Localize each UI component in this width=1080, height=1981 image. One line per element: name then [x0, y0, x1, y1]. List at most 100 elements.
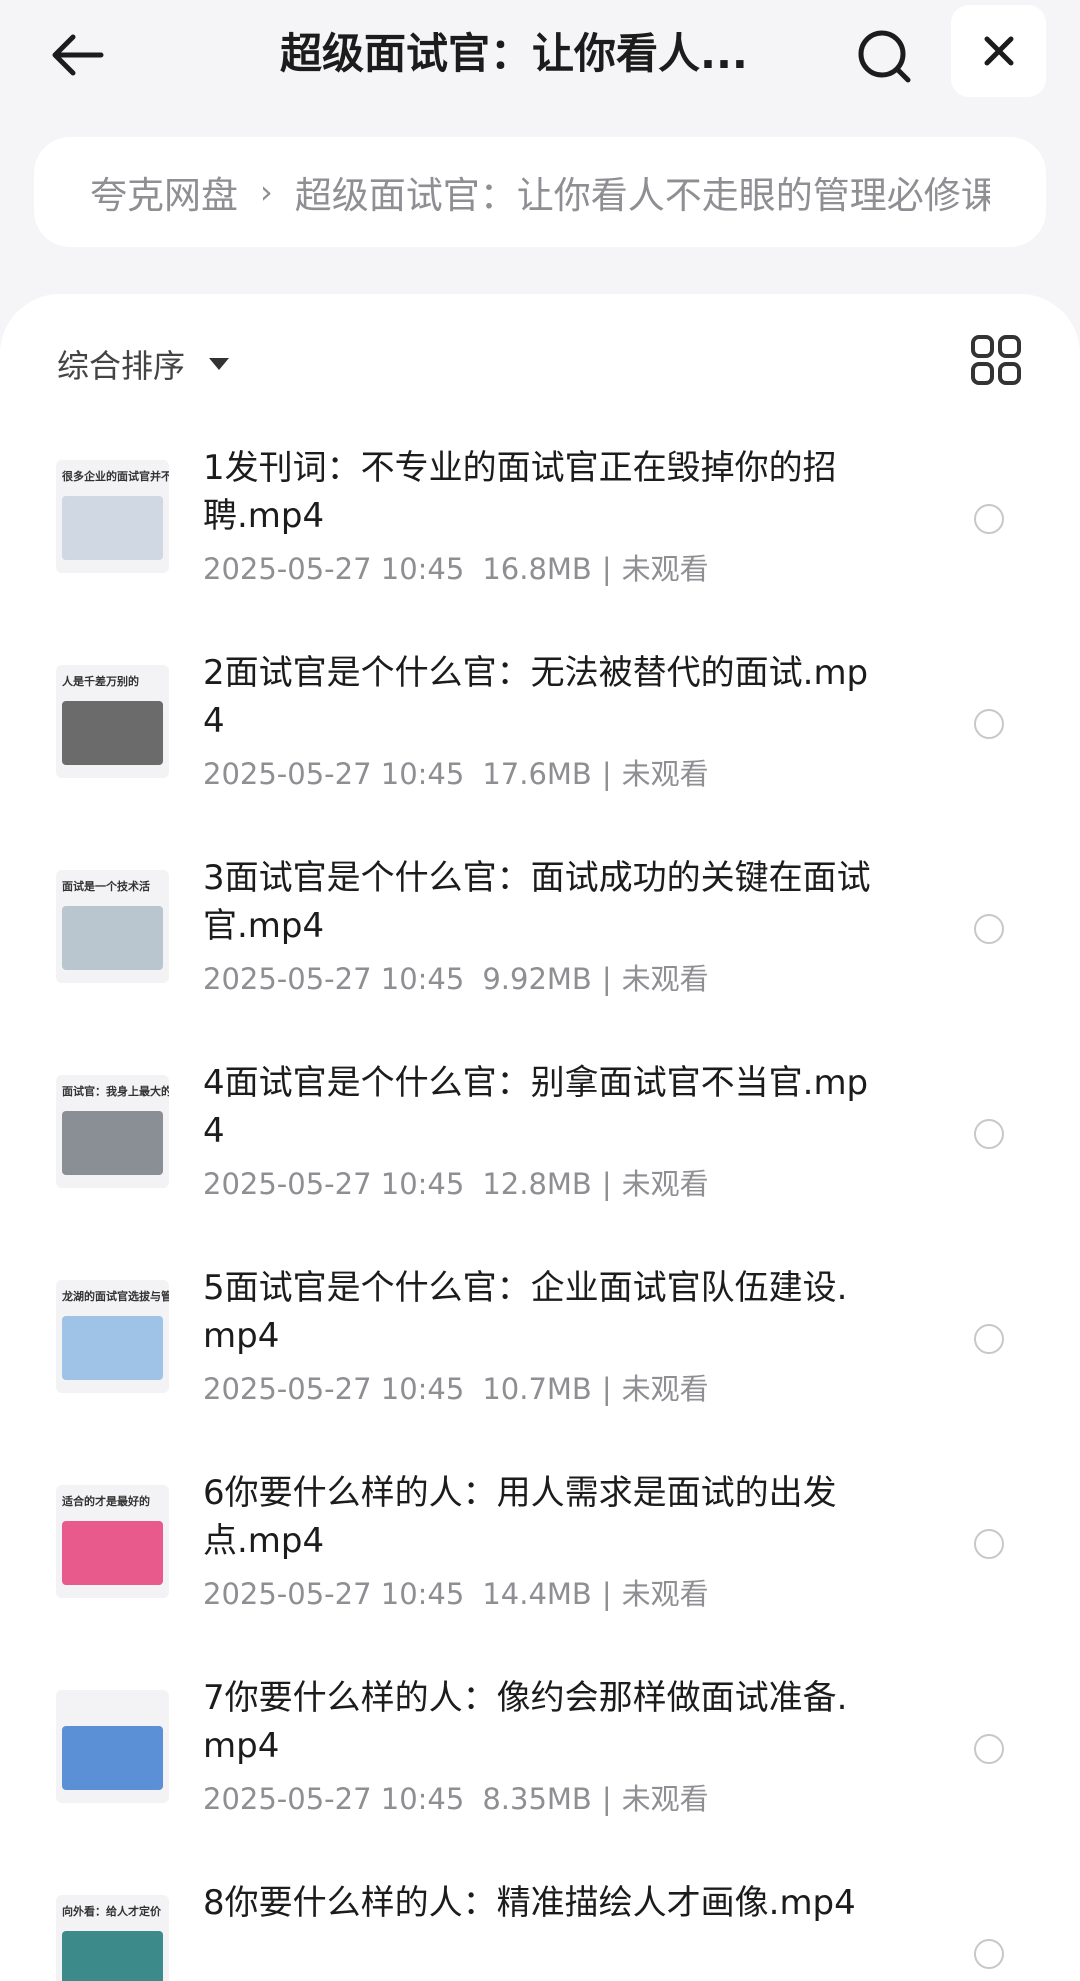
- top-bar: 超级面试官：让你看人...: [0, 0, 1080, 110]
- watch-status: 未观看: [621, 552, 709, 586]
- sort-dropdown[interactable]: 综合排序: [57, 334, 230, 394]
- video-thumbnail: 龙湖的面试官选拔与管理: [56, 1280, 169, 1393]
- thumbnail-image: [62, 1316, 163, 1380]
- page-title: 超级面试官：让你看人...: [280, 29, 748, 78]
- file-size: 8.35MB: [482, 1782, 592, 1816]
- meta-divider: |: [601, 962, 612, 996]
- file-date: 2025-05-27 10:45: [203, 757, 465, 791]
- watch-status: 未观看: [621, 1782, 709, 1816]
- watch-status: 未观看: [621, 1577, 709, 1611]
- meta-divider: |: [601, 1577, 612, 1611]
- file-meta: 2025-05-27 10:45 16.8MB | 未观看: [203, 546, 709, 588]
- thumbnail-caption: 适合的才是最好的: [62, 1495, 150, 1508]
- file-name: 7你要什么样的人：像约会那样做面试准备.mp4: [203, 1678, 848, 1766]
- file-panel: 综合排序 很多企业的面试官并不专业 1发刊词：不专业的面试官正在毁掉你的招聘.m…: [0, 294, 1080, 1981]
- arrow-left-icon: [52, 34, 104, 76]
- file-size: 9.92MB: [482, 962, 592, 996]
- select-radio[interactable]: [974, 504, 1004, 534]
- file-name: 5面试官是个什么官：企业面试官队伍建设.mp4: [203, 1268, 848, 1356]
- select-radio[interactable]: [974, 1324, 1004, 1354]
- grid-view-icon: [971, 335, 1021, 385]
- meta-divider: |: [601, 552, 612, 586]
- file-meta: 2025-05-27 10:45 10.7MB | 未观看: [203, 1366, 709, 1408]
- file-row[interactable]: 向外看：给人才定价 8你要什么样的人：精准描绘人才画像.mp4: [0, 1859, 1080, 1981]
- thumbnail-image: [62, 1111, 163, 1175]
- file-date: 2025-05-27 10:45: [203, 1167, 465, 1201]
- watch-status: 未观看: [621, 1372, 709, 1406]
- file-name: 1发刊词：不专业的面试官正在毁掉你的招聘.mp4: [203, 448, 837, 536]
- file-row[interactable]: 人是千差万别的 2面试官是个什么官：无法被替代的面试.mp4 2025-05-2…: [0, 629, 1080, 834]
- close-button[interactable]: [951, 5, 1046, 97]
- file-meta: 2025-05-27 10:45 17.6MB | 未观看: [203, 751, 709, 793]
- select-radio[interactable]: [974, 709, 1004, 739]
- meta-divider: |: [601, 1782, 612, 1816]
- file-row[interactable]: 龙湖的面试官选拔与管理 5面试官是个什么官：企业面试官队伍建设.mp4 2025…: [0, 1244, 1080, 1449]
- search-icon: [858, 30, 911, 83]
- file-meta: 2025-05-27 10:45 14.4MB | 未观看: [203, 1571, 709, 1613]
- caret-down-icon: [209, 358, 230, 370]
- thumbnail-caption: 很多企业的面试官并不专业: [62, 470, 169, 483]
- file-size: 17.6MB: [482, 757, 592, 791]
- file-size: 12.8MB: [482, 1167, 592, 1201]
- watch-status: 未观看: [621, 757, 709, 791]
- search-button[interactable]: [848, 20, 920, 92]
- file-name: 8你要什么样的人：精准描绘人才画像.mp4: [203, 1883, 856, 1923]
- file-meta: 2025-05-27 10:45 9.92MB | 未观看: [203, 956, 709, 998]
- file-size: 14.4MB: [482, 1577, 592, 1611]
- sort-label: 综合排序: [57, 347, 186, 385]
- thumbnail-image: [62, 1726, 163, 1790]
- file-row[interactable]: 面试官：我身上最大的是什么? 4面试官是个什么官：别拿面试官不当官.mp4 20…: [0, 1039, 1080, 1244]
- video-thumbnail: 很多企业的面试官并不专业: [56, 460, 169, 573]
- select-radio[interactable]: [974, 1734, 1004, 1764]
- file-list: 很多企业的面试官并不专业 1发刊词：不专业的面试官正在毁掉你的招聘.mp4 20…: [0, 424, 1080, 1981]
- file-meta: 2025-05-27 10:45 12.8MB | 未观看: [203, 1161, 709, 1203]
- file-row[interactable]: 适合的才是最好的 6你要什么样的人：用人需求是面试的出发点.mp4 2025-0…: [0, 1449, 1080, 1654]
- file-row[interactable]: 面试是一个技术活 3面试官是个什么官：面试成功的关键在面试官.mp4 2025-…: [0, 834, 1080, 1039]
- grid-view-button[interactable]: [970, 334, 1022, 386]
- file-name: 6你要什么样的人：用人需求是面试的出发点.mp4: [203, 1473, 837, 1561]
- back-button[interactable]: [42, 22, 112, 88]
- watch-status: 未观看: [621, 1167, 709, 1201]
- breadcrumb-folder[interactable]: 超级面试官：让你看人不走眼的管理必修课: [295, 165, 990, 219]
- video-thumbnail: 面试是一个技术活: [56, 870, 169, 983]
- close-icon: [984, 36, 1013, 66]
- select-radio[interactable]: [974, 1119, 1004, 1149]
- thumbnail-image: [62, 906, 163, 970]
- file-date: 2025-05-27 10:45: [203, 1577, 465, 1611]
- file-size: 10.7MB: [482, 1372, 592, 1406]
- thumbnail-caption: 龙湖的面试官选拔与管理: [62, 1290, 169, 1303]
- meta-divider: |: [601, 1167, 612, 1201]
- video-thumbnail: 面试官：我身上最大的是什么?: [56, 1075, 169, 1188]
- file-meta: 2025-05-27 10:45 8.35MB | 未观看: [203, 1776, 709, 1818]
- thumbnail-image: [62, 1521, 163, 1585]
- file-row[interactable]: 7你要什么样的人：像约会那样做面试准备.mp4 2025-05-27 10:45…: [0, 1654, 1080, 1859]
- video-thumbnail: 适合的才是最好的: [56, 1485, 169, 1598]
- file-date: 2025-05-27 10:45: [203, 1782, 465, 1816]
- video-thumbnail: [56, 1690, 169, 1803]
- chevron-right-icon: ›: [260, 173, 273, 211]
- select-radio[interactable]: [974, 1529, 1004, 1559]
- thumbnail-caption: 面试是一个技术活: [62, 880, 150, 893]
- thumbnail-image: [62, 496, 163, 560]
- thumbnail-caption: 面试官：我身上最大的是什么?: [62, 1085, 169, 1098]
- video-thumbnail: 向外看：给人才定价: [56, 1895, 169, 1981]
- breadcrumb-root[interactable]: 夸克网盘: [90, 165, 238, 219]
- thumbnail-image: [62, 1931, 163, 1981]
- file-name: 4面试官是个什么官：别拿面试官不当官.mp4: [203, 1063, 869, 1151]
- file-name: 3面试官是个什么官：面试成功的关键在面试官.mp4: [203, 858, 871, 946]
- video-thumbnail: 人是千差万别的: [56, 665, 169, 778]
- file-size: 16.8MB: [482, 552, 592, 586]
- watch-status: 未观看: [621, 962, 709, 996]
- file-row[interactable]: 很多企业的面试官并不专业 1发刊词：不专业的面试官正在毁掉你的招聘.mp4 20…: [0, 424, 1080, 629]
- select-radio[interactable]: [974, 914, 1004, 944]
- thumbnail-caption: 人是千差万别的: [62, 675, 139, 688]
- select-radio[interactable]: [974, 1939, 1004, 1969]
- file-date: 2025-05-27 10:45: [203, 552, 465, 586]
- meta-divider: |: [601, 1372, 612, 1406]
- meta-divider: |: [601, 757, 612, 791]
- file-name: 2面试官是个什么官：无法被替代的面试.mp4: [203, 653, 869, 741]
- thumbnail-image: [62, 701, 163, 765]
- file-date: 2025-05-27 10:45: [203, 962, 465, 996]
- thumbnail-caption: 向外看：给人才定价: [62, 1905, 161, 1918]
- file-date: 2025-05-27 10:45: [203, 1372, 465, 1406]
